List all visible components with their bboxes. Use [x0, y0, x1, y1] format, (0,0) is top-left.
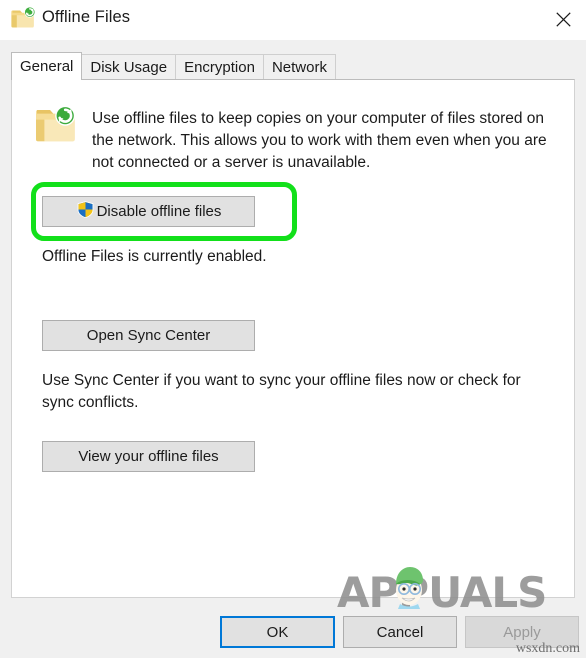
cancel-button-label: Cancel — [376, 623, 424, 641]
tab-network-label: Network — [271, 58, 327, 76]
disable-offline-files-label: Disable offline files — [96, 203, 222, 220]
apply-button: Apply — [465, 616, 579, 648]
open-sync-center-button[interactable]: Open Sync Center — [42, 320, 255, 351]
apply-button-label: Apply — [503, 623, 541, 641]
tab-general[interactable]: General — [11, 52, 83, 80]
tab-network[interactable]: Network — [262, 54, 336, 79]
tab-general-label: General — [20, 58, 74, 75]
disable-offline-files-button[interactable]: Disable offline files — [42, 196, 255, 227]
tab-disk-usage-label: Disk Usage — [90, 58, 168, 76]
sync-center-help-text: Use Sync Center if you want to sync your… — [42, 372, 521, 411]
offline-folder-sync-icon — [35, 105, 77, 145]
close-icon[interactable] — [540, 0, 586, 38]
view-offline-files-label: View your offline files — [78, 448, 219, 465]
tab-encryption-label: Encryption — [184, 58, 255, 76]
cancel-button[interactable]: Cancel — [343, 616, 457, 648]
ok-button[interactable]: OK — [220, 616, 335, 648]
title-bar: Offline Files — [0, 0, 586, 40]
ok-button-label: OK — [266, 623, 289, 641]
open-sync-center-label: Open Sync Center — [86, 327, 211, 344]
uac-shield-icon — [76, 200, 95, 223]
tab-bar: General Disk Usage Encryption Network — [11, 52, 336, 80]
offline-files-description: Use offline files to keep copies on your… — [92, 110, 547, 171]
window-title: Offline Files — [42, 8, 131, 26]
offline-folder-sync-icon — [11, 6, 36, 31]
tab-disk-usage[interactable]: Disk Usage — [81, 54, 177, 79]
view-offline-files-button[interactable]: View your offline files — [42, 441, 255, 472]
tab-encryption[interactable]: Encryption — [175, 54, 264, 79]
offline-files-status: Offline Files is currently enabled. — [42, 248, 267, 265]
